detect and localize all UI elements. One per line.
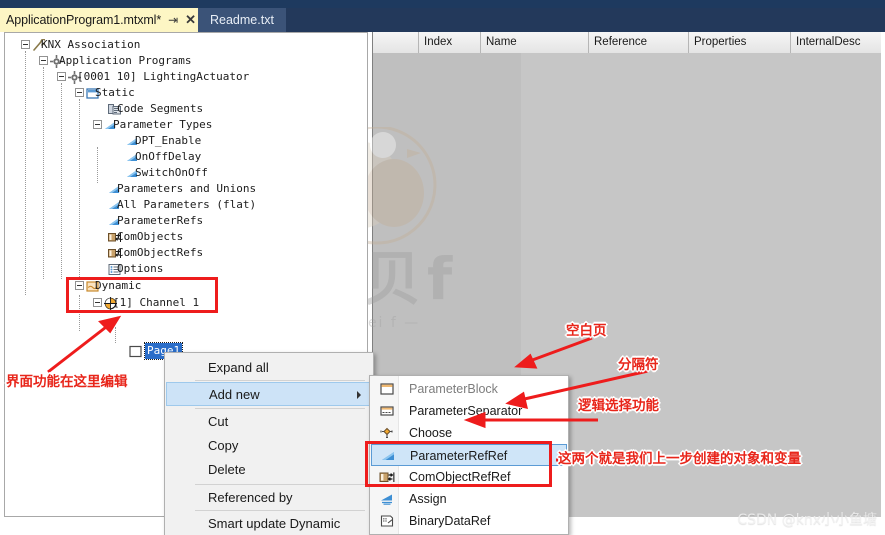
- tree-node-label: SwitchOnOff: [135, 166, 208, 179]
- grid-column-reference[interactable]: Reference: [589, 32, 689, 53]
- annotation-edit-here: 界面功能在这里编辑: [6, 374, 128, 390]
- menu-item-smart-update[interactable]: Smart update Dynamic: [166, 512, 372, 535]
- submenu-item-binarydataref[interactable]: BinaryDataRef: [371, 510, 567, 532]
- tree-node-label: Static: [95, 86, 135, 99]
- menu-item-copy[interactable]: Copy: [166, 434, 372, 458]
- submenu-item-label: ParameterSeparator: [409, 404, 523, 418]
- tab-application-program[interactable]: ApplicationProgram1.mtxml* ⇥ ✕: [0, 8, 202, 32]
- submenu-item-parameterblock[interactable]: ParameterBlock: [371, 378, 567, 400]
- pin-icon[interactable]: ⇥: [168, 13, 178, 27]
- submenu-item-label: BinaryDataRef: [409, 514, 491, 528]
- tree-node-label: Application Programs: [59, 54, 192, 67]
- tree-node-label: ComObjects: [117, 230, 184, 243]
- highlight-box-dynamic: [66, 277, 218, 313]
- expander-icon[interactable]: [57, 72, 66, 81]
- tree-node-label: OnOffDelay: [135, 150, 202, 163]
- tree-node-label: Options: [117, 262, 164, 275]
- grid-column-handle[interactable]: [373, 32, 419, 53]
- grid-column-name[interactable]: Name: [481, 32, 589, 53]
- expander-icon[interactable]: [21, 40, 30, 49]
- document-tab-bar: ApplicationProgram1.mtxml* ⇥ ✕ Readme.tx…: [0, 8, 885, 32]
- tab-label: Readme.txt: [210, 13, 274, 27]
- tree-guide: [97, 147, 98, 183]
- menu-item-cut[interactable]: Cut: [166, 410, 372, 434]
- application-window: ApplicationProgram1.mtxml* ⇥ ✕ Readme.tx…: [0, 0, 885, 535]
- menu-separator: [195, 380, 365, 381]
- grid-column-index[interactable]: Index: [419, 32, 481, 53]
- tree-node-label: All Parameters (flat): [117, 198, 257, 211]
- tab-readme[interactable]: Readme.txt: [198, 8, 286, 32]
- annotation-blank-page: 空白页: [566, 323, 607, 339]
- grid-column-internaldesc[interactable]: InternalDesc: [791, 32, 881, 53]
- tree-node-label: Code Segments: [117, 102, 204, 115]
- expander-icon[interactable]: [75, 88, 84, 97]
- tree-node-label: Parameters and Unions: [117, 182, 257, 195]
- tree-node-label: ParameterRefs: [117, 214, 204, 227]
- grid-column-properties[interactable]: Properties: [689, 32, 791, 53]
- expander-icon[interactable]: [93, 120, 102, 129]
- tree-guide: [25, 51, 26, 295]
- annotation-created-objects: 这两个就是我们上一步创建的对象和变量: [558, 451, 801, 467]
- expander-icon[interactable]: [39, 56, 48, 65]
- tree-node-label: ComObjectRefs: [117, 246, 204, 259]
- menu-item-label: Add new: [209, 387, 260, 402]
- tree-guide: [43, 67, 44, 279]
- menu-separator: [195, 408, 365, 409]
- tree-node-label: KNX Association: [41, 38, 141, 51]
- main-content: Index Name Reference Properties Internal…: [0, 32, 885, 535]
- tree-node-label: DPT_Enable: [135, 134, 202, 147]
- assign-icon: [379, 491, 395, 507]
- menu-separator: [195, 510, 365, 511]
- context-menu: Expand all Add new Cut Copy Delete Refer…: [164, 352, 374, 535]
- menu-item-add-new[interactable]: Add new: [166, 382, 372, 406]
- grid-header-row: Index Name Reference Properties Internal…: [373, 32, 881, 54]
- submenu-item-parameterseparator[interactable]: ParameterSeparator: [371, 400, 567, 422]
- tree-node-label: [0001 10] LightingActuator: [77, 70, 250, 83]
- menu-separator: [195, 484, 365, 485]
- highlight-box-refs: [365, 441, 552, 487]
- submenu-item-label: Choose: [409, 426, 453, 440]
- tree-guide: [115, 327, 116, 343]
- choose-icon: [379, 425, 395, 441]
- parameter-separator-icon: [379, 403, 395, 419]
- menu-item-referenced-by[interactable]: Referenced by: [166, 486, 372, 510]
- submenu-item-label: ParameterBlock: [409, 382, 498, 396]
- close-icon[interactable]: ✕: [185, 12, 196, 28]
- menu-item-delete[interactable]: Delete: [166, 458, 372, 482]
- csdn-watermark: CSDN @knx小小鱼塘: [737, 512, 877, 528]
- submenu-item-assign[interactable]: Assign: [371, 488, 567, 510]
- tree-guide: [61, 83, 62, 279]
- annotation-logic-choose: 逻辑选择功能: [578, 398, 659, 414]
- tree-guide: [79, 99, 80, 279]
- tab-label: ApplicationProgram1.mtxml*: [6, 13, 162, 27]
- window-top-strip: [0, 0, 885, 8]
- menu-item-expand-all[interactable]: Expand all: [166, 356, 372, 380]
- parameter-block-icon: [379, 381, 395, 397]
- tree-node-label: Parameter Types: [113, 118, 213, 131]
- binary-data-icon: [379, 513, 395, 529]
- page-icon: [129, 345, 142, 358]
- submenu-item-label: Assign: [409, 492, 447, 506]
- annotation-separator: 分隔符: [618, 357, 659, 373]
- chevron-right-icon: [357, 391, 361, 399]
